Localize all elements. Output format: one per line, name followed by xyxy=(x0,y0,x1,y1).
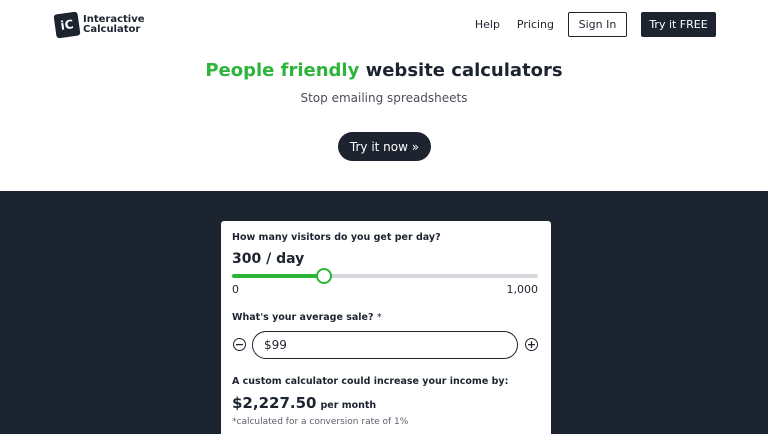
slider-min-label: 0 xyxy=(232,283,239,296)
visitors-slider[interactable] xyxy=(232,268,538,284)
nav-pricing-link[interactable]: Pricing xyxy=(517,18,554,31)
average-sale-input[interactable] xyxy=(252,331,518,359)
slider-fill xyxy=(232,274,324,278)
visitors-question: How many visitors do you get per day? xyxy=(232,232,441,243)
slider-max-label: 1,000 xyxy=(506,283,539,296)
result-label: A custom calculator could increase your … xyxy=(232,376,509,387)
decrease-sale-button[interactable]: − xyxy=(233,338,246,351)
try-it-now-button[interactable]: Try it now » xyxy=(338,132,431,161)
result-unit: per month xyxy=(320,400,377,411)
result: $2,227.50 per month xyxy=(232,394,376,412)
hero-title-highlight: People friendly xyxy=(205,60,360,81)
hero-title-rest: website calculators xyxy=(359,60,563,81)
sign-in-button[interactable]: Sign In xyxy=(568,12,627,37)
sale-question-marker: * xyxy=(376,312,382,323)
slider-thumb[interactable] xyxy=(315,268,332,284)
logo-mark: iC xyxy=(53,11,81,39)
sale-question-text: What's your average sale? xyxy=(232,312,374,323)
hero-subtitle: Stop emailing spreadsheets xyxy=(300,91,468,105)
logo-text: Interactive Calculator xyxy=(83,15,145,35)
nav-help-link[interactable]: Help xyxy=(475,18,500,31)
increase-sale-button[interactable]: + xyxy=(525,338,538,351)
sale-question: What's your average sale? * xyxy=(232,312,382,323)
conversion-footnote: *calculated for a conversion rate of 1% xyxy=(232,417,409,427)
logo[interactable]: iC Interactive Calculator xyxy=(53,11,145,39)
calculator-card: How many visitors do you get per day? 30… xyxy=(221,221,551,434)
main-nav: Help Pricing Sign In Try it FREE xyxy=(475,12,716,37)
hero-title: People friendly website calculators xyxy=(0,60,768,81)
result-amount: $2,227.50 xyxy=(232,394,317,412)
visitors-value: 300 / day xyxy=(232,251,305,267)
logo-line2: Calculator xyxy=(83,24,141,35)
try-free-button[interactable]: Try it FREE xyxy=(641,12,716,37)
